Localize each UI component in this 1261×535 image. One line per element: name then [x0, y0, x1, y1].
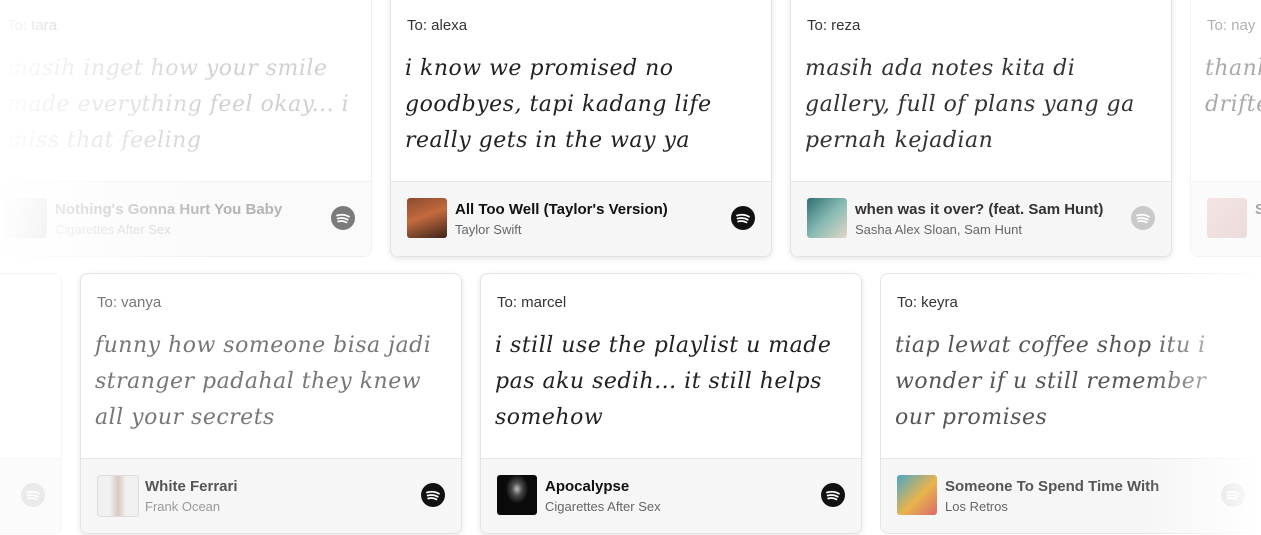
song-footer[interactable]: Someone To Spend Time With Los Retros [881, 458, 1261, 533]
song-title: when was it over? (feat. Sam Hunt) [855, 201, 1104, 218]
song-title: Apocalypse [545, 478, 630, 495]
message-card[interactable]: To: tara masih inget how your smile made… [0, 0, 372, 257]
album-art [97, 475, 139, 517]
spotify-icon[interactable] [821, 483, 845, 507]
message-card[interactable]: To: keyra tiap lewat coffee shop itu i w… [880, 273, 1261, 534]
recipient-label: To: vanya [97, 294, 162, 311]
recipient-label: To: nay [1207, 17, 1256, 34]
song-title: S [1255, 201, 1261, 218]
song-title: Someone To Spend Time With [945, 478, 1160, 495]
message-text: masih inget how your smile made everythi… [7, 56, 350, 153]
recipient-label: To: reza [807, 17, 861, 34]
message-text: funny how someone bisa jadi stranger pad… [95, 333, 432, 430]
album-art [897, 475, 937, 515]
song-footer[interactable]: Nothing's Gonna Hurt You Baby Cigarettes… [0, 181, 371, 256]
message-card[interactable]: To: reza masih ada notes kita di gallery… [790, 0, 1172, 257]
album-art [1207, 198, 1247, 238]
song-footer[interactable]: when was it over? (feat. Sam Hunt) Sasha… [791, 181, 1171, 256]
message-card[interactable] [0, 273, 62, 534]
message-text: i know we promised no goodbyes, tapi kad… [405, 56, 712, 153]
song-artist: Cigarettes After Sex [545, 499, 661, 514]
song-footer[interactable]: S [1191, 181, 1261, 256]
message-text: masih ada notes kita di gallery, full of… [805, 56, 1135, 153]
message-text: i still use the playlist u made pas aku … [495, 333, 832, 430]
song-artist: Taylor Swift [455, 222, 522, 237]
song-artist: Cigarettes After Sex [55, 222, 171, 237]
recipient-label: To: keyra [897, 294, 958, 311]
song-artist: Frank Ocean [145, 499, 221, 514]
song-footer[interactable]: White Ferrari Frank Ocean [81, 458, 461, 533]
album-art [7, 198, 47, 238]
spotify-icon[interactable] [331, 206, 355, 230]
song-artist: Los Retros [945, 499, 1008, 514]
song-title: Nothing's Gonna Hurt You Baby [55, 201, 283, 218]
spotify-icon[interactable] [1221, 483, 1245, 507]
recipient-label: To: alexa [407, 17, 468, 34]
song-footer[interactable]: All Too Well (Taylor's Version) Taylor S… [391, 181, 771, 256]
message-card[interactable]: To: alexa i know we promised no goodbyes… [390, 0, 772, 257]
album-art [807, 198, 847, 238]
spotify-icon[interactable] [421, 483, 445, 507]
message-card[interactable]: To: vanya funny how someone bisa jadi st… [80, 273, 462, 534]
song-artist: Sasha Alex Sloan, Sam Hunt [855, 222, 1022, 237]
album-art [407, 198, 447, 238]
song-footer[interactable]: Apocalypse Cigarettes After Sex [481, 458, 861, 533]
message-text: thank you for the place... drifted [1205, 56, 1261, 117]
recipient-label: To: tara [7, 17, 58, 34]
recipient-label: To: marcel [497, 294, 567, 311]
spotify-icon[interactable] [1131, 206, 1155, 230]
song-footer[interactable] [0, 458, 61, 533]
song-title: White Ferrari [145, 478, 238, 495]
album-art [497, 475, 537, 515]
message-text: tiap lewat coffee shop itu i wonder if u… [895, 333, 1207, 430]
spotify-icon[interactable] [731, 206, 755, 230]
spotify-icon[interactable] [21, 483, 45, 507]
song-title: All Too Well (Taylor's Version) [455, 201, 668, 218]
message-card[interactable]: To: nay thank you for the place... drift… [1190, 0, 1261, 257]
message-card[interactable]: To: marcel i still use the playlist u ma… [480, 273, 862, 534]
